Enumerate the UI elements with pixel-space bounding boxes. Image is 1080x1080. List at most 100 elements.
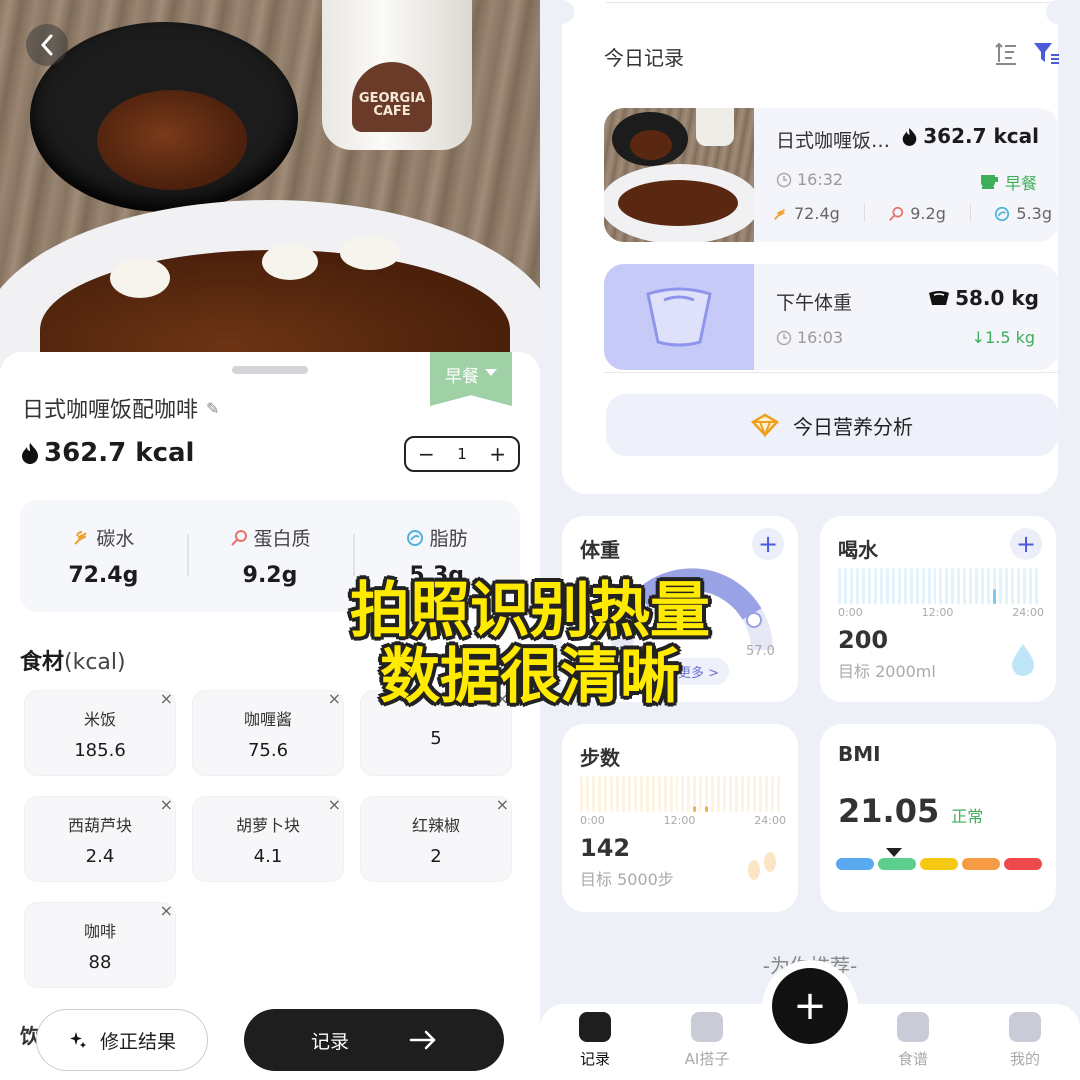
add-water-button[interactable]: + [1010,528,1042,560]
record-name: 日式咖喱饭… [776,130,891,152]
today-title: 今日记录 [604,46,684,70]
fat-drop-icon [995,206,1010,221]
quantity-stepper: − 1 + [404,436,520,472]
tab-label: 食谱 [897,1050,928,1068]
remove-icon[interactable]: × [160,901,173,920]
tab-recipes[interactable]: 食谱 [868,1012,958,1069]
flame-icon [22,443,38,464]
back-button[interactable] [26,24,68,66]
plus-icon: + [793,983,827,1029]
decrement-button[interactable]: − [418,442,435,466]
meal-type-selector[interactable]: 早餐 [430,352,512,406]
water-drop-icon [1012,644,1034,676]
record-carb: 72.4g [794,204,840,223]
ingredient-kcal: 2 [430,845,442,867]
weight-change: ↓1.5 kg [971,328,1035,347]
remove-icon[interactable]: × [160,795,173,814]
weight-record-item[interactable]: 下午体重 58.0 kg 16:03 ↓1.5 kg [604,264,1059,370]
ingredient-name: 米饭 [83,709,116,729]
axis-label: 24:00 [754,814,786,827]
fix-result-button[interactable]: 修正结果 [36,1009,208,1071]
remove-icon[interactable]: × [160,689,173,708]
axis-label: 24:00 [1012,606,1044,619]
meal-type-label: 早餐 [445,367,479,387]
ingredient-kcal: 4.1 [253,845,283,867]
sparkle-icon [69,1032,86,1048]
record-label: 记录 [310,1030,349,1053]
tab-label: 记录 [579,1050,610,1068]
tab-label: 我的 [1009,1050,1040,1068]
cup-logo: GEORGIA CAFE [352,62,432,132]
diamond-icon [751,413,779,437]
meal-record-item[interactable]: 日式咖喱饭… 362.7 kcal 16:32 早餐 72.4g 9.2g 5.… [604,108,1059,242]
increment-button[interactable]: + [489,442,506,466]
today-records-card: 今日记录 日式咖喱饭… 362.7 kcal 16:32 早餐 72.4g 9.… [550,0,1070,494]
ingredient-kcal: 185.6 [74,739,126,761]
pencil-icon[interactable]: ✎ [206,399,219,418]
caption-line: 拍照识别热量 [350,576,710,646]
water-chart [838,568,1038,604]
record-button[interactable]: 记录 [244,1009,504,1071]
tab-mine[interactable]: 我的 [980,1012,1070,1069]
remove-icon[interactable]: × [328,795,341,814]
tab-record[interactable]: 记录 [550,1012,640,1069]
record-time: 16:03 [797,328,844,347]
ingredient-item[interactable]: × 西葫芦块 2.4 [24,795,176,882]
add-weight-button[interactable]: + [752,528,784,560]
nutrition-analysis-button[interactable]: 今日营养分析 [606,394,1058,456]
bmi-value: 21.05 [838,792,940,830]
total-kcal: 362.7 kcal [44,438,195,468]
bmi-pointer [886,848,902,857]
caption-line: 数据很清晰 [380,642,680,712]
calendar-check-icon [579,1012,611,1042]
record-weight: 58.0 kg [955,286,1039,310]
water-goal: 目标 2000ml [838,662,936,681]
steps-tile[interactable]: 步数 0:00 12:00 24:00 142 目标 5000步 [562,724,798,912]
sort-icon[interactable] [994,40,1018,66]
bmi-tile-title: BMI [838,742,881,766]
ingredient-kcal: 75.6 [247,739,289,761]
add-record-button[interactable]: + [772,968,848,1044]
promo-caption: 拍照识别热量 数据很清晰 [300,578,760,710]
chevron-left-icon [40,34,53,56]
wheat-icon [774,208,786,220]
ingredient-name: 咖啡 [83,921,116,941]
water-tile[interactable]: 喝水 + 0:00 12:00 24:00 200 目标 2000ml [820,516,1056,702]
steps-goal: 目标 5000步 [580,870,674,889]
macro-label: 蛋白质 [253,528,311,550]
bmi-scale [836,858,1042,870]
chat-bubble-icon [691,1012,723,1042]
drumstick-icon [230,529,247,546]
remove-icon[interactable]: × [496,795,509,814]
food-photo: GEORGIA CAFE [0,0,540,380]
dashboard-pane: 今日记录 日式咖喱饭… 362.7 kcal 16:32 早餐 72.4g 9.… [540,0,1080,1080]
drag-handle[interactable] [232,366,308,374]
clock-icon [776,330,792,345]
record-meal: 早餐 [1004,174,1037,193]
ingredient-item[interactable]: × 米饭 185.6 [24,689,176,776]
user-icon [1009,1012,1041,1042]
weight-tile-title: 体重 [580,538,620,562]
water-tile-title: 喝水 [838,538,878,562]
axis-label: 12:00 [663,814,696,827]
axis-label: 12:00 [921,606,954,619]
record-name: 下午体重 [776,292,853,314]
filter-icon[interactable] [1032,40,1060,66]
ingredient-item[interactable]: × 胡萝卜块 4.1 [192,795,344,882]
nutrition-analysis-label: 今日营养分析 [793,414,913,439]
steps-chart [580,776,780,812]
ingredient-item[interactable]: × 红辣椒 2 [360,795,512,882]
steps-tile-title: 步数 [580,746,620,770]
flame-icon [902,127,917,146]
bmi-tile[interactable]: BMI 21.05 正常 [820,724,1056,912]
fix-result-label: 修正结果 [99,1030,176,1053]
macro-carb: 碳水 72.4g [20,500,187,612]
tab-ai-buddy[interactable]: AI搭子 [662,1012,752,1069]
ingredient-name: 西葫芦块 [67,815,132,835]
ingredient-kcal: 5 [430,727,442,749]
axis-label: 0:00 [580,814,605,827]
macro-label: 碳水 [96,528,135,550]
ingredient-name: 胡萝卜块 [235,815,300,835]
macro-value: 72.4g [68,563,139,588]
ingredient-item[interactable]: × 咖啡 88 [24,901,176,988]
